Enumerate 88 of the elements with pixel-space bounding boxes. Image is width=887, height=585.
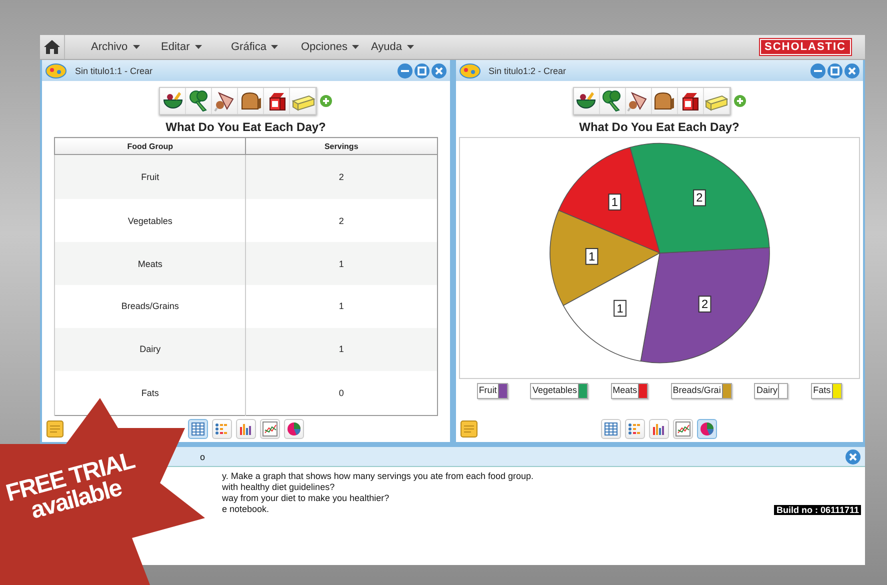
- caret-icon: [271, 45, 278, 50]
- table-icon: [190, 421, 206, 437]
- legend-item: Vegetables: [530, 383, 588, 399]
- data-label: 2: [696, 190, 702, 205]
- caret-icon: [352, 45, 360, 50]
- menu-item[interactable]: Archivo: [81, 41, 151, 53]
- maximize-icon[interactable]: [414, 62, 430, 78]
- table-cell: Meats: [54, 242, 246, 285]
- add-icon[interactable]: [734, 95, 746, 107]
- app-logo-icon: [45, 62, 67, 78]
- bar-chart-icon: [238, 421, 254, 437]
- caret-icon: [194, 45, 202, 50]
- data-label: 1: [610, 194, 618, 209]
- view-button[interactable]: [673, 419, 694, 439]
- food-button[interactable]: [626, 88, 652, 114]
- food-button[interactable]: [264, 88, 290, 114]
- column-header: Servings: [246, 138, 437, 154]
- line-graph-icon: [675, 421, 692, 437]
- close-icon[interactable]: [844, 62, 860, 78]
- legend-item: Fruit: [476, 383, 508, 399]
- instruction-text: e notebook.: [222, 504, 270, 514]
- view-button[interactable]: [188, 419, 208, 439]
- table-icon: [603, 421, 620, 437]
- table-cell: Fruit: [54, 154, 246, 200]
- close-icon[interactable]: [430, 62, 446, 78]
- panel-title: Sin titulo1:2 - Crear: [488, 66, 566, 76]
- pie-chart-icon: [286, 421, 302, 437]
- food-button[interactable]: [574, 88, 600, 114]
- legend-item: Breads/Grai: [670, 383, 732, 399]
- notepad-icon[interactable]: [460, 420, 478, 438]
- home-icon[interactable]: [44, 40, 60, 54]
- instruction-text: with healthy diet guidelines?: [222, 482, 335, 492]
- view-button[interactable]: [260, 419, 280, 439]
- view-button[interactable]: [212, 419, 232, 439]
- column-header: Food Group: [54, 138, 246, 154]
- app-logo-icon: [458, 62, 480, 78]
- menu-item[interactable]: Gráfica: [221, 41, 291, 53]
- brand-logo: SCHOLASTIC: [760, 39, 851, 55]
- data-label: 2: [700, 297, 708, 312]
- data-label: 1: [608, 194, 621, 210]
- line-graph-icon: [262, 421, 278, 437]
- chart-title: What Do You Eat Each Day?: [164, 120, 327, 134]
- view-button[interactable]: [601, 419, 622, 439]
- food-button[interactable]: [160, 88, 186, 114]
- notepad-icon[interactable]: [46, 420, 64, 438]
- table-cell: 1: [246, 242, 437, 285]
- close-icon[interactable]: [845, 448, 861, 464]
- chart-title: What Do You Eat Each Day?: [578, 120, 740, 134]
- view-button[interactable]: [236, 419, 256, 439]
- food-button[interactable]: [186, 88, 212, 114]
- data-label: 2: [698, 296, 711, 312]
- view-button[interactable]: [284, 419, 304, 439]
- panel-title: o: [200, 452, 206, 462]
- table-cell: Dairy: [54, 328, 246, 371]
- food-button[interactable]: [212, 88, 238, 114]
- pictograph-icon: [214, 421, 230, 437]
- data-label: 1: [584, 248, 598, 265]
- food-button[interactable]: [238, 88, 264, 114]
- minimize-icon[interactable]: [810, 62, 826, 78]
- instruction-text: y. Make a graph that shows how many servings you ate from each food group.: [222, 471, 534, 481]
- food-button[interactable]: [600, 88, 626, 114]
- caret-icon: [132, 45, 140, 50]
- data-label: 2: [692, 189, 706, 206]
- data-label: 1: [613, 300, 626, 317]
- table-cell: 1: [246, 328, 437, 371]
- pie-chart-icon: [699, 421, 716, 437]
- legend-item: Meats: [610, 383, 648, 399]
- view-button[interactable]: [625, 419, 646, 439]
- legend-item: Dairy: [754, 383, 788, 399]
- table-cell: 2: [246, 154, 437, 200]
- instruction-text: way from your diet to make you healthier?: [222, 493, 390, 503]
- caret-icon: [407, 45, 414, 50]
- menu-item[interactable]: Opciones: [291, 41, 361, 53]
- food-button[interactable]: [678, 88, 704, 114]
- menu-item[interactable]: Ayuda: [361, 41, 431, 53]
- table-cell: 0: [246, 370, 437, 416]
- minimize-icon[interactable]: [396, 62, 412, 78]
- menu-item[interactable]: Editar: [151, 41, 221, 53]
- data-label: 1: [588, 249, 595, 264]
- food-button[interactable]: [652, 88, 678, 114]
- view-button[interactable]: [697, 419, 718, 439]
- panel-title: Sin titulo1:1 - Crear: [75, 66, 153, 76]
- view-button[interactable]: [649, 419, 670, 439]
- add-icon[interactable]: [320, 95, 332, 107]
- build-number: Build no : 06111711: [774, 505, 861, 515]
- legend-item: Fats: [811, 383, 842, 399]
- maximize-icon[interactable]: [827, 62, 843, 78]
- data-label: 1: [616, 301, 624, 316]
